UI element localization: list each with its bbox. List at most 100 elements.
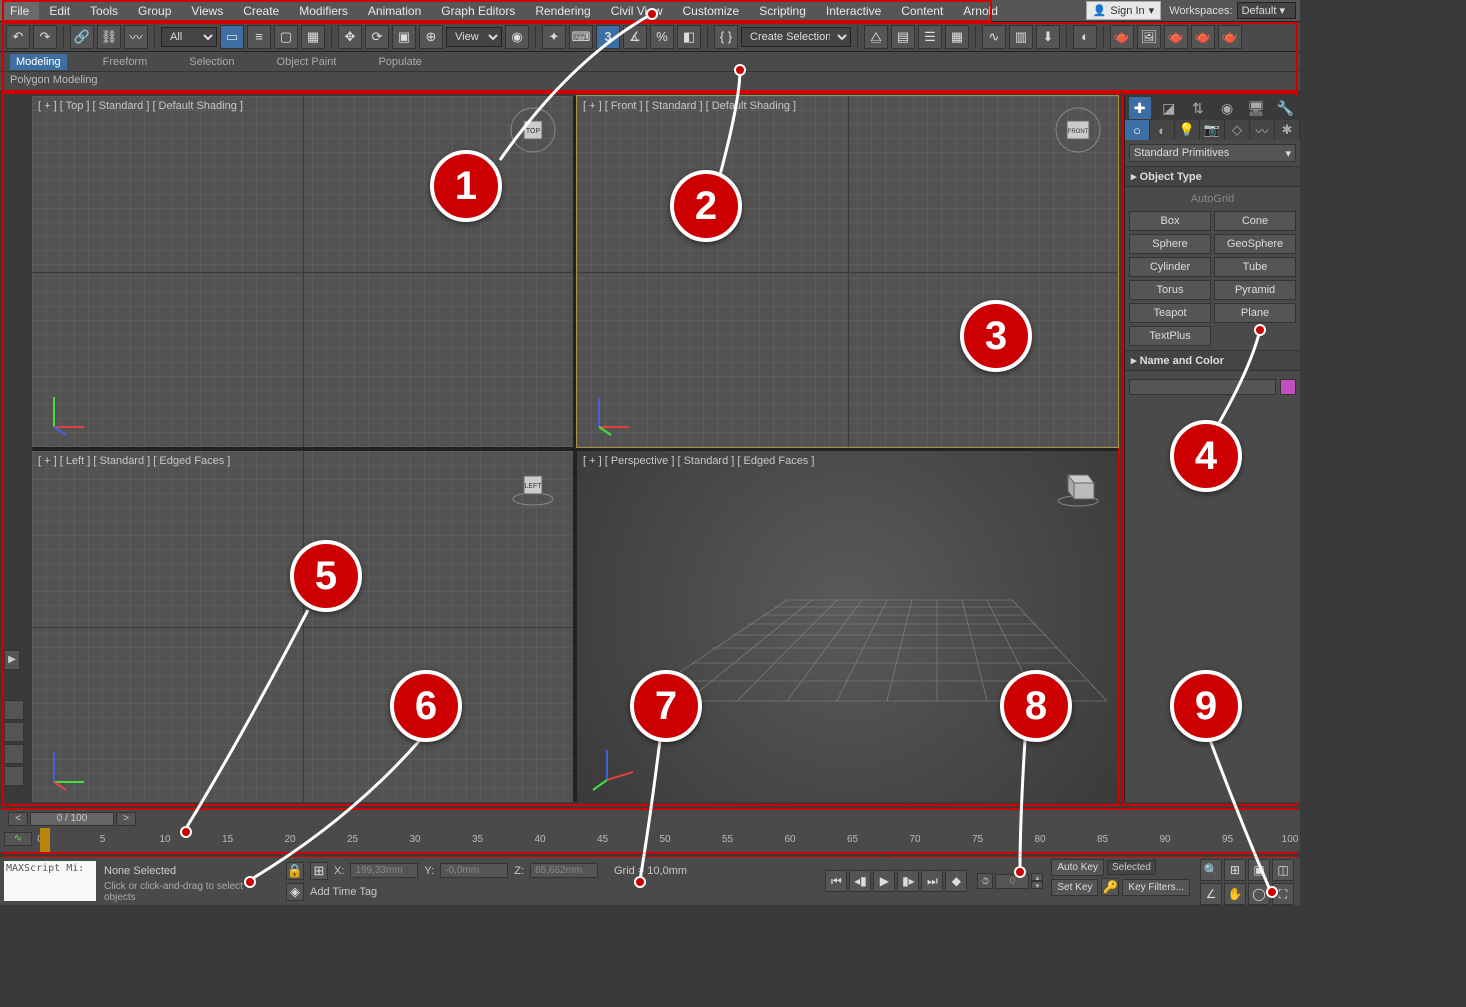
create-torus-button[interactable]: Torus (1129, 280, 1211, 300)
select-manipulate-button[interactable]: ✦ (542, 25, 566, 49)
viewcube-icon[interactable]: TOP (509, 106, 557, 154)
redo-button[interactable]: ↷ (33, 25, 57, 49)
angle-snap-button[interactable]: ∡ (623, 25, 647, 49)
zoom-extents-button[interactable]: ▣ (1248, 859, 1270, 881)
object-color-swatch[interactable] (1280, 379, 1296, 395)
rollout-object-type[interactable]: ▸ Object Type (1125, 166, 1300, 187)
auto-key-button[interactable]: Auto Key (1051, 859, 1104, 876)
menu-content[interactable]: Content (891, 0, 953, 21)
create-sphere-button[interactable]: Sphere (1129, 234, 1211, 254)
material-editor-button[interactable]: ◐ (1073, 25, 1097, 49)
rectangular-region-button[interactable]: ▢ (274, 25, 298, 49)
render-iterative-button[interactable]: 🫖 (1191, 25, 1215, 49)
create-tab[interactable]: ✚ (1129, 97, 1151, 119)
create-tube-button[interactable]: Tube (1214, 257, 1296, 277)
display-tab[interactable]: 🖥 (1245, 97, 1267, 119)
time-zero-marker[interactable] (40, 828, 50, 852)
percent-snap-button[interactable]: % (650, 25, 674, 49)
key-mode-toggle[interactable]: ◆ (945, 870, 967, 892)
viewcube-icon[interactable]: LEFT (509, 461, 557, 509)
menu-interactive[interactable]: Interactive (816, 0, 891, 21)
viewport-perspective[interactable]: [ + ] [ Perspective ] [ Standard ] [ Edg… (577, 451, 1118, 802)
menu-rendering[interactable]: Rendering (525, 0, 600, 21)
default-key-button[interactable]: 🔑 (1101, 878, 1119, 896)
layout-preset-button[interactable] (4, 722, 24, 742)
field-of-view-button[interactable]: ∠ (1200, 883, 1222, 905)
curve-editor-button[interactable]: ∿ (982, 25, 1006, 49)
modify-tab[interactable]: ◪ (1158, 97, 1180, 119)
menu-edit[interactable]: Edit (39, 0, 80, 21)
helpers-subtab[interactable]: ◇ (1225, 120, 1250, 140)
time-scroll-right[interactable]: > (116, 812, 136, 826)
key-filter-selected[interactable]: Selected (1107, 860, 1156, 875)
unlink-button[interactable]: ⛓ (97, 25, 121, 49)
track-bar[interactable]: ∿ 05101520253035404550556065707580859095… (0, 828, 1300, 852)
create-teapot-button[interactable]: Teapot (1129, 303, 1211, 323)
menu-views[interactable]: Views (181, 0, 233, 21)
render-activeview-button[interactable]: 🫖 (1218, 25, 1242, 49)
ribbon-tab-populate[interactable]: Populate (372, 54, 427, 70)
menu-customize[interactable]: Customize (673, 0, 750, 21)
create-textplus-button[interactable]: TextPlus (1129, 326, 1211, 346)
set-key-button[interactable]: Set Key (1051, 879, 1098, 896)
object-name-field[interactable] (1129, 379, 1276, 395)
pan-button[interactable]: ✋ (1224, 883, 1246, 905)
select-object-button[interactable]: ▭ (220, 25, 244, 49)
named-selection-set[interactable]: Create Selection Se (741, 27, 851, 47)
edit-selection-set-button[interactable]: { } (714, 25, 738, 49)
layer-toggle-button[interactable]: ☰ (918, 25, 942, 49)
layout-preset-button[interactable] (4, 744, 24, 764)
maxscript-listener[interactable]: MAXScript Mi: (4, 861, 96, 901)
rendered-frame-button[interactable]: 🖼 (1137, 25, 1161, 49)
create-cylinder-button[interactable]: Cylinder (1129, 257, 1211, 277)
snap-toggle-button[interactable]: 3 (596, 25, 620, 49)
window-crossing-button[interactable]: ▦ (301, 25, 325, 49)
z-coord-field[interactable]: 65,662mm (530, 863, 598, 878)
previous-frame-button[interactable]: ◂▮ (849, 870, 871, 892)
select-rotate-button[interactable]: ⟳ (365, 25, 389, 49)
systems-subtab[interactable]: ✱ (1275, 120, 1300, 140)
menu-animation[interactable]: Animation (358, 0, 431, 21)
play-button[interactable]: ▶ (873, 870, 895, 892)
goto-start-button[interactable]: ⏮ (825, 870, 847, 892)
frame-spinner-down[interactable]: ▾ (1031, 881, 1043, 889)
x-coord-field[interactable]: 199,33mm (350, 863, 418, 878)
rollout-name-color[interactable]: ▸ Name and Color (1125, 350, 1300, 371)
time-config-button[interactable]: ⏱ (977, 873, 993, 889)
spinner-snap-button[interactable]: ◧ (677, 25, 701, 49)
y-coord-field[interactable]: -0,0mm (440, 863, 508, 878)
schematic-view-button[interactable]: ⬇ (1036, 25, 1060, 49)
select-place-button[interactable]: ⊕ (419, 25, 443, 49)
ribbon-tab-object-paint[interactable]: Object Paint (271, 54, 343, 70)
menu-graph-editors[interactable]: Graph Editors (431, 0, 525, 21)
utilities-tab[interactable]: 🔧 (1274, 97, 1296, 119)
dope-sheet-button[interactable]: ▥ (1009, 25, 1033, 49)
autogrid-checkbox[interactable]: AutoGrid (1129, 191, 1296, 211)
menu-tools[interactable]: Tools (80, 0, 128, 21)
time-scroll-left[interactable]: < (8, 812, 28, 826)
viewcube-icon[interactable]: FRONT (1054, 106, 1102, 154)
viewcube-icon[interactable] (1054, 461, 1102, 509)
layout-preset-button[interactable] (4, 700, 24, 720)
zoom-extents-all-button[interactable]: ◫ (1272, 859, 1294, 881)
menu-arnold[interactable]: Arnold (953, 0, 1008, 21)
viewport-front[interactable]: [ + ] [ Front ] [ Standard ] [ Default S… (577, 96, 1118, 447)
keyboard-shortcut-button[interactable]: ⌨ (569, 25, 593, 49)
select-by-name-button[interactable]: ≡ (247, 25, 271, 49)
time-slider-handle[interactable]: 0 / 100 (30, 812, 114, 826)
lights-subtab[interactable]: 💡 (1175, 120, 1200, 140)
add-time-tag[interactable]: Add Time Tag (310, 886, 377, 898)
motion-tab[interactable]: ◉ (1216, 97, 1238, 119)
viewport-top[interactable]: [ + ] [ Top ] [ Standard ] [ Default Sha… (32, 96, 573, 447)
create-cone-button[interactable]: Cone (1214, 211, 1296, 231)
selection-filter[interactable]: All (161, 27, 217, 47)
create-pyramid-button[interactable]: Pyramid (1214, 280, 1296, 300)
render-setup-button[interactable]: 🫖 (1110, 25, 1134, 49)
zoom-all-button[interactable]: ⊞ (1224, 859, 1246, 881)
viewport-left[interactable]: [ + ] [ Left ] [ Standard ] [ Edged Face… (32, 451, 573, 802)
layer-explorer-button[interactable]: ▦ (945, 25, 969, 49)
menu-modifiers[interactable]: Modifiers (289, 0, 358, 21)
shapes-subtab[interactable]: ◐ (1150, 120, 1175, 140)
ribbon-tab-selection[interactable]: Selection (183, 54, 240, 70)
align-button[interactable]: ▤ (891, 25, 915, 49)
